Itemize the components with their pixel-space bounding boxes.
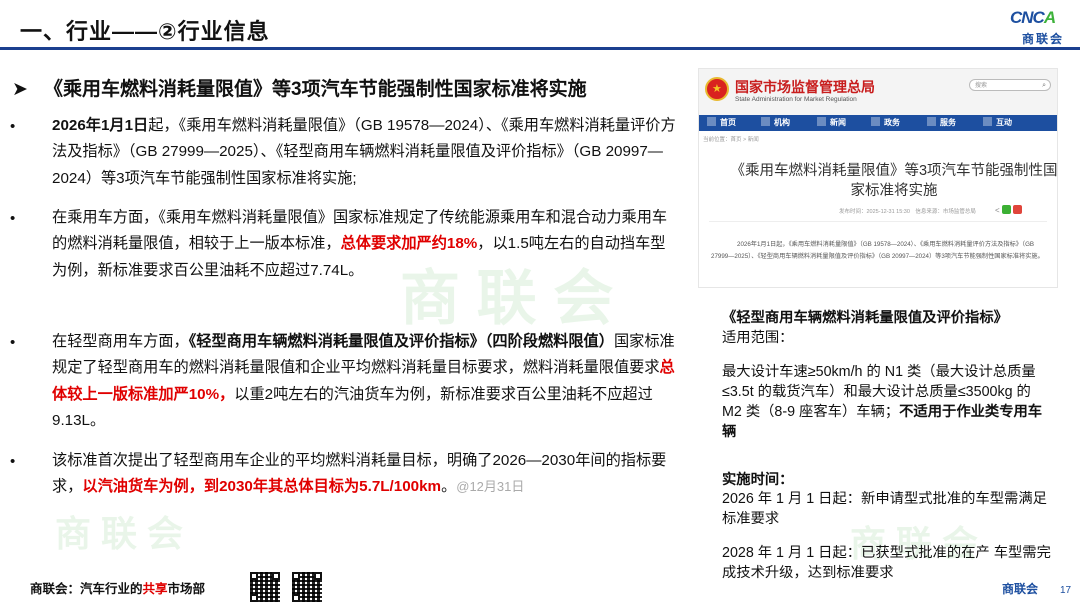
website-article: 《乘用车燃料消耗量限值》等3项汽车节能强制性国家标准将实施 发布时间：2025-…: [699, 147, 1057, 287]
samr-website-screenshot: ★ 国家市场监督管理总局 State Administration for Ma…: [698, 68, 1058, 288]
paragraph-light-commercial: 在轻型商用车方面，《轻型商用车辆燃料消耗量限值及评价指标》（四阶段燃料限值）国家…: [52, 333, 675, 429]
bullet-icon: •: [10, 210, 16, 227]
share-icons: <: [995, 205, 1023, 215]
wechat-icon: [1001, 205, 1011, 214]
article-divider: [709, 221, 1047, 222]
footer-brand: 商联会: [1002, 582, 1039, 596]
website-nav-item: 新闻: [817, 117, 846, 128]
watermark: 商 联 会: [55, 513, 184, 554]
website-nav-item: 机构: [761, 117, 790, 128]
website-search-input: 搜索 ⌕: [969, 79, 1051, 91]
time-item-2026: 2026 年 1 月 1 日起：新申请型式批准的车型需满足标准要求: [722, 491, 1047, 527]
section-heading: ➤ 《乘用车燃料消耗量限值》等3项汽车节能强制性国家标准将实施: [12, 79, 587, 100]
qr-code-icon: [292, 572, 322, 602]
bullet-icon: •: [10, 334, 16, 351]
website-nav-item: 互动: [983, 117, 1012, 128]
website-header: ★ 国家市场监督管理总局 State Administration for Ma…: [699, 69, 1057, 115]
article-meta: 发布时间：2025-12-31 15:30 信息来源：市场监管总局: [839, 209, 976, 215]
bullet-icon: •: [10, 118, 16, 135]
bullet-icon: •: [10, 453, 16, 470]
weibo-icon: [1013, 205, 1023, 214]
website-nav-item: 服务: [927, 117, 956, 128]
header-divider: [0, 47, 1080, 50]
logo-mark: CNCA: [1010, 8, 1056, 27]
website-org-name: 国家市场监督管理总局: [735, 79, 875, 95]
scope-text: 最大设计车速≥50km/h 的 N1 类（最大设计总质量≤3.5t 的载货汽车）…: [722, 364, 1043, 440]
time-label: 实施时间：: [722, 472, 794, 488]
cnca-logo: CNCA 商联会: [1010, 8, 1072, 48]
arrow-bullet-icon: ➤: [12, 79, 28, 100]
national-emblem-icon: ★: [705, 77, 729, 101]
page-number: 17: [1060, 585, 1072, 596]
article-body: 2026年1月1日起，《乘用车燃料消耗量限值》（GB 19578—2024）、《…: [711, 241, 1044, 260]
website-nav-item: 政务: [871, 117, 900, 128]
time-item-2028: 2028 年 1 月 1 日起：已获型式批准的在产 车型需完成技术升级，达到标准…: [722, 545, 1051, 581]
logo-subtitle: 商联会: [1022, 32, 1065, 46]
article-title: 《乘用车燃料消耗量限值》等3项汽车节能强制性国家标准将实施: [730, 163, 1058, 199]
search-icon: ⌕: [1042, 82, 1046, 89]
website-breadcrumb: 当前位置：首页 > 新闻: [703, 137, 759, 143]
paragraph-passenger-car: 在乘用车方面，《乘用车燃料消耗量限值》国家标准规定了传统能源乘用车和混合动力乘用…: [52, 209, 668, 279]
scope-label: 适用范围：: [722, 330, 794, 346]
slide-title: 一、行业——②行业信息: [20, 19, 270, 44]
footer-slogan: 商联会：汽车行业的共享市场部: [30, 582, 206, 596]
website-nav: 首页 机构 新闻 政务 服务 互动: [699, 115, 1057, 131]
website-nav-item: 首页: [707, 117, 736, 128]
paragraph-fleet-target: 该标准首次提出了轻型商用车企业的平均燃料消耗量目标，明确了2026—2030年间…: [52, 452, 667, 496]
website-org-name-en: State Administration for Market Regulati…: [735, 96, 857, 103]
standard-title: 《轻型商用车辆燃料消耗量限值及评价指标》: [722, 310, 1008, 326]
paragraph-standards-date: 2026年1月1日起，《乘用车燃料消耗量限值》（GB 19578—2024）、《…: [52, 117, 676, 187]
qr-code-icon: [250, 572, 280, 602]
